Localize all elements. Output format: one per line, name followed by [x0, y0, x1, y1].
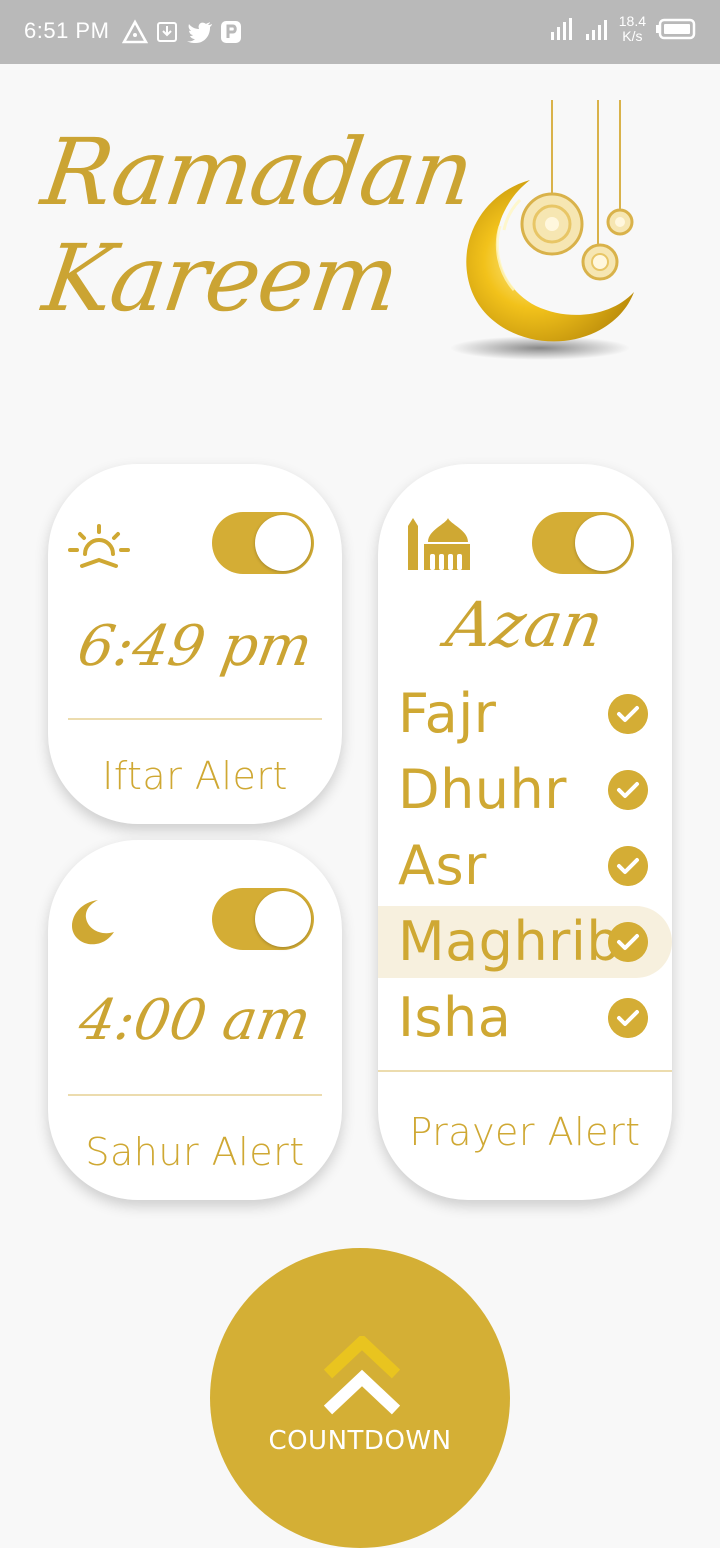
double-chevron-up-icon	[324, 1336, 400, 1415]
iftar-alert-label: Iftar Alert	[102, 754, 288, 798]
status-bar: 6:51 PM 18.4 K/s	[0, 0, 720, 64]
toggle-knob	[255, 891, 311, 947]
prayer-name: Dhuhr	[398, 758, 567, 821]
prayer-row-asr[interactable]: Asr	[378, 830, 672, 902]
iftar-time: 6:49 pm	[73, 614, 317, 679]
toggle-knob	[255, 515, 311, 571]
crescent-moon-icon	[72, 900, 114, 945]
crescent-moon-lantern-illustration	[450, 100, 634, 360]
prayer-alert-label: Prayer Alert	[409, 1110, 641, 1154]
download-icon	[157, 22, 177, 42]
prayer-toggle[interactable]	[532, 512, 634, 574]
prayer-row-isha[interactable]: Isha	[378, 982, 672, 1054]
toggle-knob	[575, 515, 631, 571]
sahur-alert-card: 4:00 am Sahur Alert	[48, 840, 342, 1200]
prayer-row-dhuhr[interactable]: Dhuhr	[378, 754, 672, 826]
network-speed: 18.4 K/s	[618, 13, 646, 44]
twitter-icon	[187, 22, 212, 43]
iftar-toggle[interactable]	[212, 512, 314, 574]
check-icon[interactable]	[608, 694, 648, 734]
prayer-name: Isha	[398, 986, 512, 1049]
check-icon[interactable]	[608, 846, 648, 886]
signal-icon	[550, 18, 572, 40]
countdown-label: COUNTDOWN	[268, 1426, 452, 1456]
battery-icon	[656, 18, 696, 40]
signal-icon	[585, 20, 607, 40]
sunset-icon	[68, 524, 130, 568]
prayer-name: Maghrib	[398, 910, 622, 973]
divider	[68, 1094, 322, 1096]
prayer-row-fajr[interactable]: Fajr	[378, 678, 672, 750]
page-title: Ramadan Kareem	[36, 119, 479, 332]
prayer-name: Asr	[398, 834, 487, 897]
azan-title: Azan	[441, 588, 609, 661]
status-time: 6:51 PM	[24, 18, 110, 43]
countdown-button[interactable]: COUNTDOWN	[210, 1248, 510, 1548]
sahur-alert-label: Sahur Alert	[85, 1130, 305, 1174]
check-icon[interactable]	[608, 770, 648, 810]
check-icon[interactable]	[608, 922, 648, 962]
sahur-toggle[interactable]	[212, 888, 314, 950]
prayer-row-maghrib[interactable]: Maghrib	[378, 906, 672, 978]
prayer-alert-card: Azan Fajr Dhuhr Asr Maghrib Isha Prayer …	[378, 464, 672, 1200]
mosque-icon	[408, 518, 470, 570]
divider	[378, 1070, 672, 1072]
delta-icon	[122, 19, 148, 44]
divider	[68, 718, 322, 720]
sahur-time: 4:00 am	[74, 988, 316, 1053]
p-icon	[221, 21, 241, 43]
prayer-name: Fajr	[398, 682, 497, 745]
iftar-alert-card: 6:49 pm Iftar Alert	[48, 464, 342, 824]
check-icon[interactable]	[608, 998, 648, 1038]
